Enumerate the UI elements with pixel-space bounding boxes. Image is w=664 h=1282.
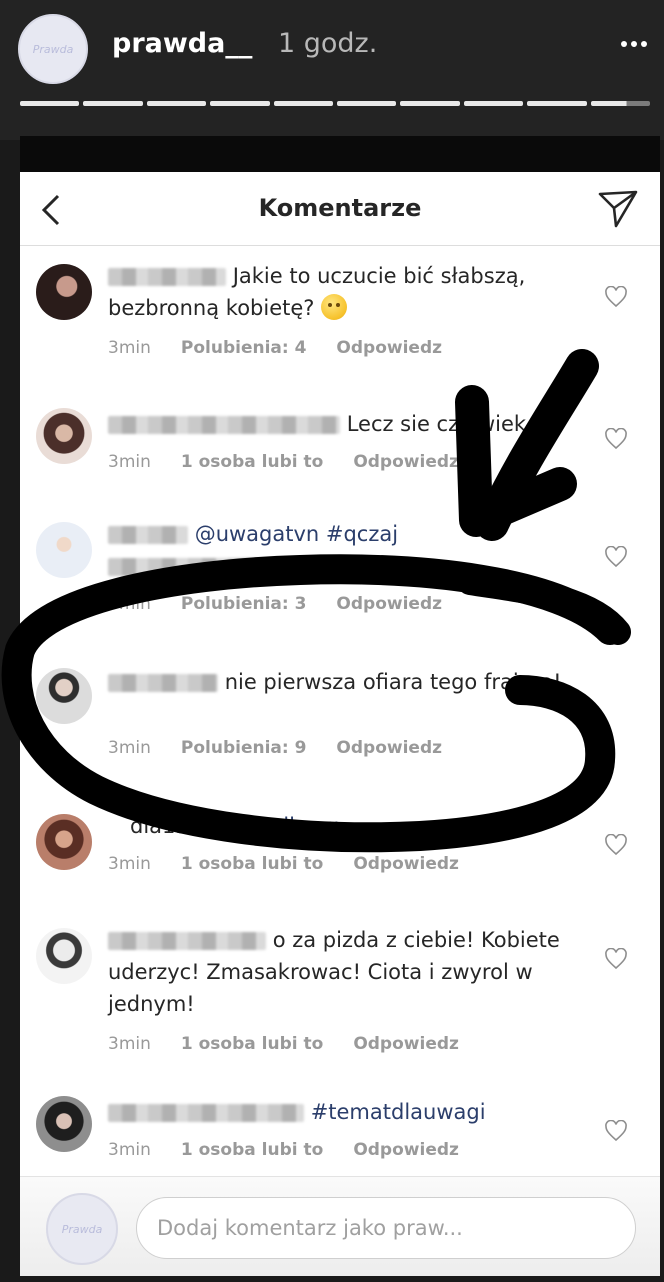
progress-segment [83, 101, 143, 106]
heart-icon[interactable] [604, 286, 628, 308]
story-time: 1 godz. [278, 28, 378, 59]
comment-text: @uwagatvn #qczaj [108, 518, 578, 582]
own-avatar: Prawda [46, 1193, 118, 1265]
comment-text-content: nie pierwsza ofiara tego frajera! [224, 670, 562, 694]
progress-segment [463, 101, 524, 106]
commenter-avatar[interactable] [36, 928, 92, 984]
reply-button[interactable]: Odpowiedz [336, 738, 442, 758]
own-avatar-text: Prawda [61, 1222, 103, 1236]
blurred-username [108, 932, 266, 950]
comment-likes-link[interactable]: 1 osoba lubi to [181, 854, 323, 874]
story-username[interactable]: prawda__ [112, 28, 252, 59]
progress-segment [20, 101, 80, 106]
comment-text: Lecz sie człowiek [108, 408, 578, 440]
status-bar [20, 136, 660, 172]
commenter-avatar[interactable] [36, 522, 92, 578]
comment-time: 3min [108, 1140, 151, 1160]
comment-meta: 3min Polubienia: 4 Odpowiedz [108, 338, 442, 358]
comment-likes-link[interactable]: 1 osoba lubi to [181, 1034, 323, 1054]
heart-icon[interactable] [604, 428, 628, 450]
reply-button[interactable]: Odpowiedz [353, 854, 459, 874]
comment-likes-link[interactable]: Polubienia: 4 [181, 338, 307, 358]
comment-text-content: Lecz sie człowiek [346, 412, 527, 436]
progress-segment [527, 101, 587, 106]
heart-icon[interactable] [604, 546, 628, 568]
comment-meta: 3min 1 osoba lubi to Odpowiedz [108, 1034, 459, 1054]
progress-segment [273, 101, 334, 106]
progress-segment [400, 101, 460, 106]
comment-likes-link[interactable]: 1 osoba lubi to [181, 1140, 323, 1160]
reply-button[interactable]: Odpowiedz [353, 1034, 459, 1054]
story-avatar[interactable]: Prawda [18, 14, 88, 84]
comment-text: #tematdlauwagi [108, 1096, 578, 1128]
comment-tags[interactable]: #tematdlauw [195, 814, 338, 838]
comment-meta: 3min Polubienia: 9 Odpowiedz [108, 738, 442, 758]
heart-icon[interactable] [604, 834, 628, 856]
reply-button[interactable]: Odpowiedz [336, 594, 442, 614]
smile-emoji-icon [321, 294, 348, 320]
comment-text: dia15 #tematdlauw [108, 810, 578, 842]
blurred-username [108, 1104, 304, 1122]
commenter-avatar[interactable] [36, 814, 92, 870]
reply-button[interactable]: Odpowiedz [353, 1140, 459, 1160]
commenter-avatar[interactable] [36, 408, 92, 464]
reply-button[interactable]: Odpowiedz [336, 338, 442, 358]
comment-text: o za pizda z ciebie! Kobiete uderzyc! Zm… [108, 924, 578, 1020]
progress-segment [146, 101, 207, 106]
story-header: Prawda prawda__ 1 godz. [0, 0, 664, 140]
story-avatar-text: Prawda [32, 42, 74, 56]
progress-segment [337, 101, 397, 106]
comments-nav-bar: Komentarze [20, 172, 660, 246]
add-comment-input[interactable] [136, 1197, 636, 1259]
comment-likes-link[interactable]: 1 osoba lubi to [181, 452, 323, 472]
page-title: Komentarze [258, 194, 422, 222]
comment-likes-link[interactable]: Polubienia: 9 [181, 738, 307, 758]
commenter-avatar[interactable] [36, 264, 92, 320]
share-send-icon[interactable] [596, 186, 640, 230]
blurred-username [108, 268, 226, 286]
comment-composer: Prawda [20, 1176, 660, 1276]
comment-time: 3min [108, 854, 151, 874]
reply-button[interactable]: Odpowiedz [353, 452, 459, 472]
comment-time: 3min [108, 338, 151, 358]
blurred-username [108, 674, 218, 692]
progress-segment [210, 101, 270, 106]
comment-time: 3min [108, 1034, 151, 1054]
commenter-avatar[interactable] [36, 668, 92, 724]
commenter-avatar[interactable] [36, 1096, 92, 1152]
story-progress-bar [20, 101, 651, 107]
comment-username[interactable]: dia15 [108, 814, 189, 838]
comment-meta: 3min 1 osoba lubi to Odpowiedz [108, 1140, 459, 1160]
comment-tags[interactable]: #tematdlauwagi [311, 1100, 486, 1124]
heart-icon[interactable] [604, 1120, 628, 1142]
comment-meta: 3min 1 osoba lubi to Odpowiedz [108, 452, 459, 472]
more-options-icon[interactable] [614, 24, 654, 64]
blurred-username [108, 416, 340, 434]
comment-meta: 3min Polubienia: 3 Odpowiedz [108, 594, 442, 614]
comment-text: Jakie to uczucie bić słabszą, bezbronną … [108, 260, 578, 324]
progress-segment [590, 101, 651, 106]
comment-tags[interactable]: @uwagatvn #qczaj [195, 522, 398, 546]
comment-text: nie pierwsza ofiara tego frajera! [108, 666, 578, 698]
comment-time: 3min [108, 452, 151, 472]
blurred-mention [108, 558, 288, 576]
comment-meta: 3min 1 osoba lubi to Odpowiedz [108, 854, 459, 874]
comments-screenshot: Komentarze Jakie to uczucie bić słabszą,… [20, 136, 660, 1276]
comment-time: 3min [108, 738, 151, 758]
comment-time: 3min [108, 594, 151, 614]
heart-icon[interactable] [604, 948, 628, 970]
comment-likes-link[interactable]: Polubienia: 3 [181, 594, 307, 614]
blurred-username [108, 526, 188, 544]
